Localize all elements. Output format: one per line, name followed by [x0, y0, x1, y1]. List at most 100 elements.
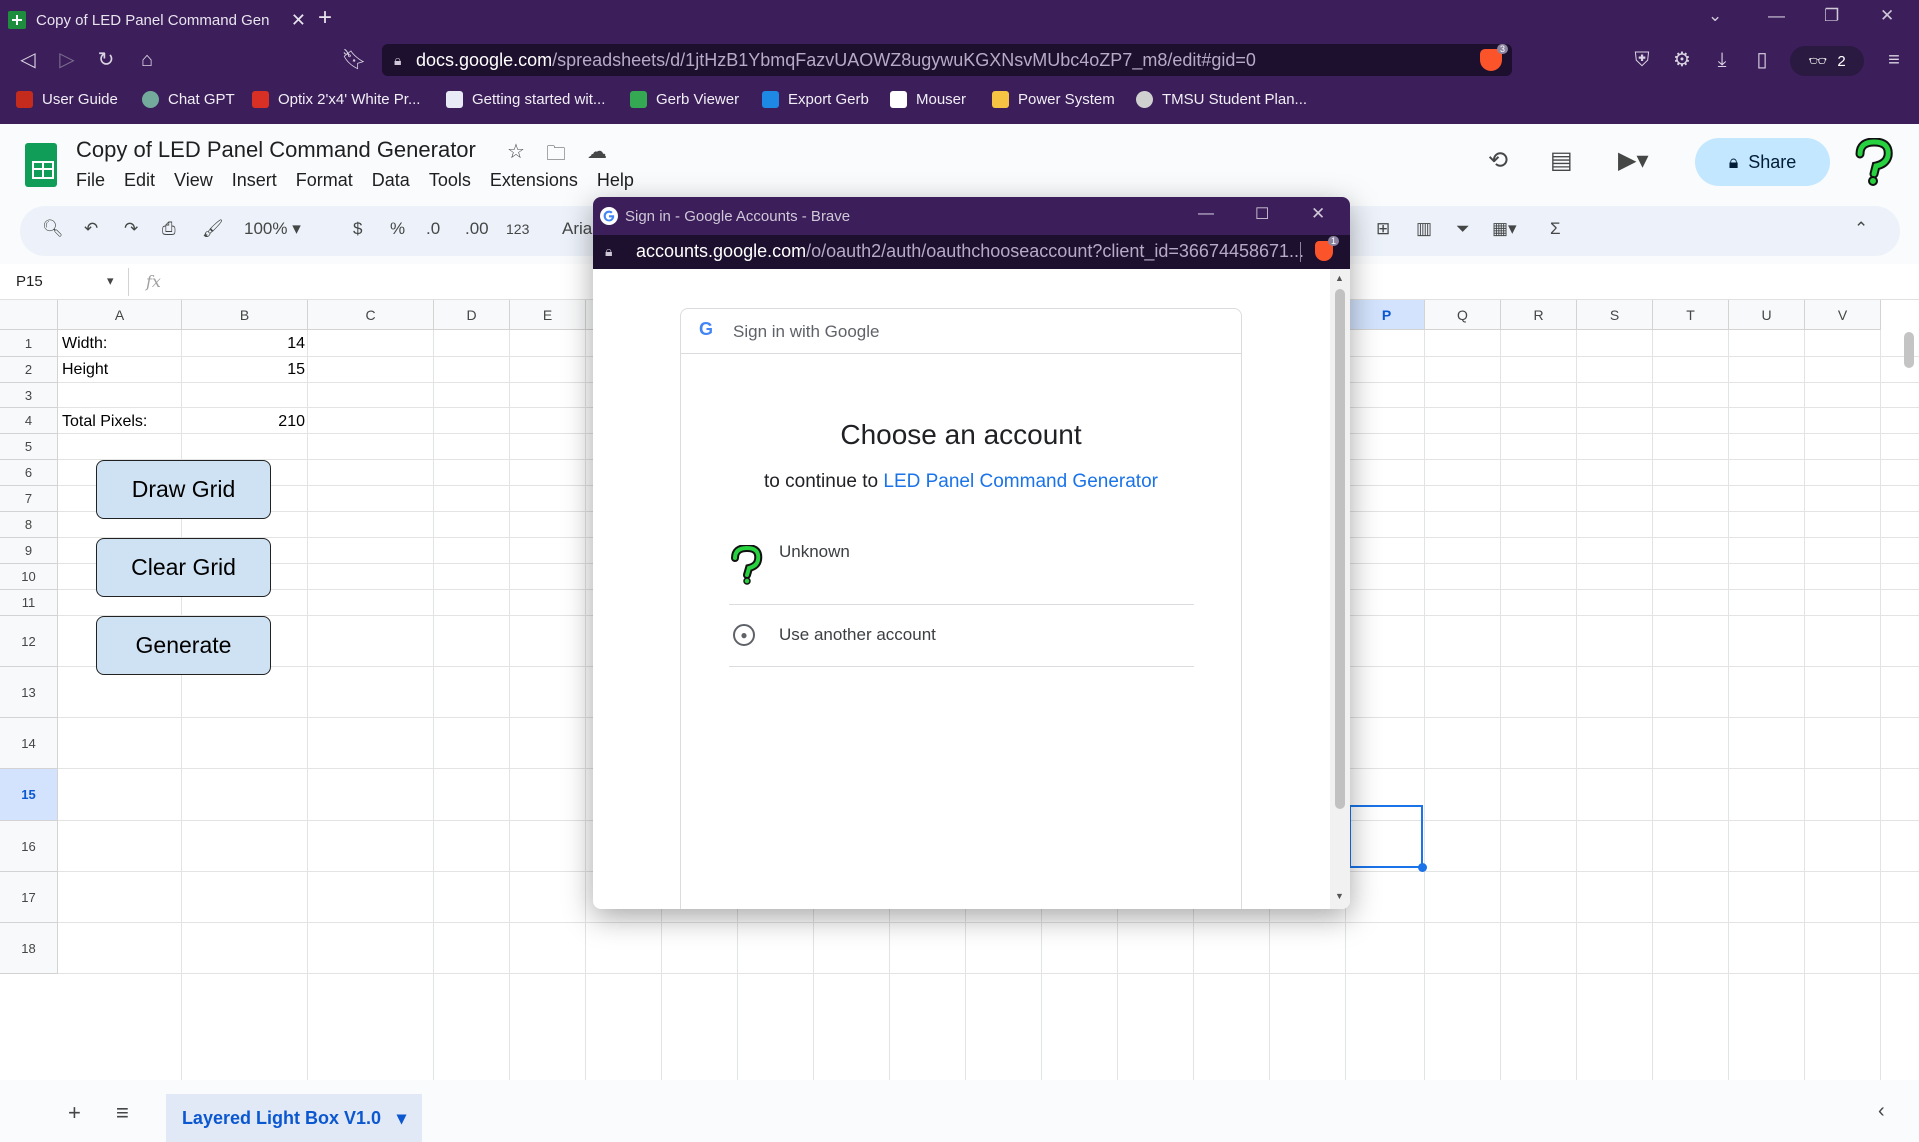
popup-address-bar[interactable]: 🔒︎ accounts.google.com/o/oauth2/auth/oau…: [593, 235, 1350, 269]
select-all-corner[interactable]: [0, 300, 58, 330]
undo-icon[interactable]: ↶: [84, 219, 98, 239]
generate-button[interactable]: Generate: [96, 616, 271, 675]
add-sheet-icon[interactable]: +: [68, 1100, 81, 1126]
row-header[interactable]: 18: [0, 923, 58, 974]
address-bar[interactable]: 🔒︎ docs.google.com/spreadsheets/d/1jtHzB…: [382, 44, 1512, 76]
app-name-link[interactable]: LED Panel Command Generator: [883, 471, 1158, 492]
row-header[interactable]: 1: [0, 330, 58, 357]
column-header[interactable]: Q: [1425, 300, 1501, 330]
vertical-scrollbar-thumb[interactable]: [1904, 332, 1914, 368]
redo-icon[interactable]: ↷: [124, 219, 138, 239]
insert-comment-icon[interactable]: ⊞: [1376, 219, 1390, 239]
print-icon[interactable]: ⎙: [162, 219, 176, 239]
row-header[interactable]: 3: [0, 383, 58, 408]
column-header[interactable]: D: [434, 300, 510, 330]
column-header[interactable]: C: [308, 300, 434, 330]
draw-grid-button[interactable]: Draw Grid: [96, 460, 271, 519]
row-header[interactable]: 16: [0, 821, 58, 872]
row-header[interactable]: 10: [0, 564, 58, 590]
sheet-tab-active[interactable]: Layered Light Box V1.0 ▾: [166, 1094, 422, 1142]
move-folder-icon[interactable]: 🗀︎: [546, 139, 566, 173]
restore-icon[interactable]: ❐: [1824, 6, 1839, 26]
account-avatar[interactable]: [1852, 138, 1896, 186]
share-button[interactable]: 🔒︎ Share: [1695, 138, 1830, 186]
column-header[interactable]: B: [182, 300, 308, 330]
column-header[interactable]: S: [1577, 300, 1653, 330]
name-box[interactable]: P15: [16, 273, 43, 290]
reload-icon[interactable]: ↻: [92, 46, 120, 74]
row-header[interactable]: 14: [0, 718, 58, 769]
bookmark-item[interactable]: User Guide: [16, 91, 118, 108]
extensions-icon[interactable]: ⚙: [1668, 46, 1696, 74]
decrease-decimal-button[interactable]: .0: [426, 219, 440, 239]
star-icon[interactable]: ☆: [507, 139, 525, 164]
cell-a2[interactable]: Height: [62, 361, 108, 379]
filter-icon[interactable]: ⏷: [1456, 219, 1470, 239]
row-header[interactable]: 9: [0, 538, 58, 564]
percent-format-button[interactable]: %: [390, 219, 405, 239]
sheets-logo-icon[interactable]: [25, 143, 57, 187]
all-sheets-icon[interactable]: ≡: [116, 1100, 129, 1126]
bookmark-item[interactable]: Export Gerb: [762, 91, 869, 108]
menu-insert[interactable]: Insert: [232, 170, 277, 191]
table-view-icon[interactable]: ▦▾: [1492, 219, 1517, 239]
row-header[interactable]: 5: [0, 434, 58, 460]
version-history-icon[interactable]: ⟲: [1488, 146, 1508, 175]
popup-close-icon[interactable]: ✕: [1311, 204, 1325, 224]
column-header[interactable]: T: [1653, 300, 1729, 330]
row-header[interactable]: 8: [0, 512, 58, 538]
home-icon[interactable]: ⌂: [133, 46, 161, 74]
popup-scrollbar[interactable]: ▲ ▼: [1330, 269, 1350, 909]
more-formats-button[interactable]: 123: [506, 221, 529, 237]
bookmark-item[interactable]: Optix 2'x4' White Pr...: [252, 91, 420, 108]
row-header[interactable]: 2: [0, 357, 58, 383]
use-another-account-row[interactable]: ● Use another account: [729, 605, 1194, 667]
fill-handle[interactable]: [1418, 863, 1427, 872]
paint-format-icon[interactable]: 🖌︎: [202, 219, 224, 239]
bookmark-item[interactable]: Power System: [992, 91, 1115, 108]
menu-format[interactable]: Format: [296, 170, 353, 191]
comments-icon[interactable]: ▤: [1550, 146, 1573, 175]
close-tab-icon[interactable]: ✕: [291, 10, 306, 31]
cloud-saved-icon[interactable]: ☁︎: [587, 139, 607, 164]
minimize-icon[interactable]: —: [1768, 6, 1785, 26]
row-header[interactable]: 13: [0, 667, 58, 718]
sidebar-icon[interactable]: ▯: [1748, 46, 1776, 74]
tab-search-chevron-icon[interactable]: ⌄: [1708, 6, 1722, 26]
clear-grid-button[interactable]: Clear Grid: [96, 538, 271, 597]
column-header[interactable]: V: [1805, 300, 1881, 330]
menu-edit[interactable]: Edit: [124, 170, 155, 191]
bookmark-icon[interactable]: 🔖︎: [340, 46, 368, 74]
menu-view[interactable]: View: [174, 170, 213, 191]
row-header[interactable]: 7: [0, 486, 58, 512]
functions-icon[interactable]: Σ: [1550, 219, 1561, 239]
menu-data[interactable]: Data: [372, 170, 410, 191]
profile-button[interactable]: 👓︎ 2: [1790, 46, 1864, 76]
bookmark-item[interactable]: Getting started wit...: [446, 91, 605, 108]
cell-a4[interactable]: Total Pixels:: [62, 413, 147, 431]
zoom-select[interactable]: 100% ▾: [244, 219, 301, 239]
selected-cell-p15[interactable]: [1349, 805, 1423, 868]
document-title[interactable]: Copy of LED Panel Command Generator: [76, 137, 476, 163]
cell-b1[interactable]: 14: [184, 335, 305, 353]
browser-tab-active[interactable]: Copy of LED Panel Command Gen ✕: [8, 4, 306, 36]
bitwarden-icon[interactable]: ⛨: [1628, 46, 1656, 74]
menu-help[interactable]: Help: [597, 170, 634, 191]
bookmark-item[interactable]: Gerb Viewer: [630, 91, 739, 108]
column-header[interactable]: P: [1349, 300, 1425, 330]
row-header[interactable]: 12: [0, 616, 58, 667]
bookmark-item[interactable]: TMSU Student Plan...: [1136, 91, 1307, 108]
sheet-tab-dropdown-icon[interactable]: ▾: [397, 1108, 406, 1129]
font-select[interactable]: Aria: [562, 219, 592, 239]
insert-chart-icon[interactable]: ▥: [1416, 219, 1432, 239]
popup-maximize-icon[interactable]: ☐: [1255, 204, 1269, 224]
search-menus-icon[interactable]: 🔍︎: [42, 219, 64, 239]
scroll-down-icon[interactable]: ▼: [1335, 891, 1344, 901]
back-icon[interactable]: ◁: [14, 46, 42, 74]
row-header[interactable]: 6: [0, 460, 58, 486]
bookmark-item[interactable]: Mouser: [890, 91, 966, 108]
forward-icon[interactable]: ▷: [53, 46, 81, 74]
menu-extensions[interactable]: Extensions: [490, 170, 578, 191]
column-header[interactable]: R: [1501, 300, 1577, 330]
row-header[interactable]: 11: [0, 590, 58, 616]
